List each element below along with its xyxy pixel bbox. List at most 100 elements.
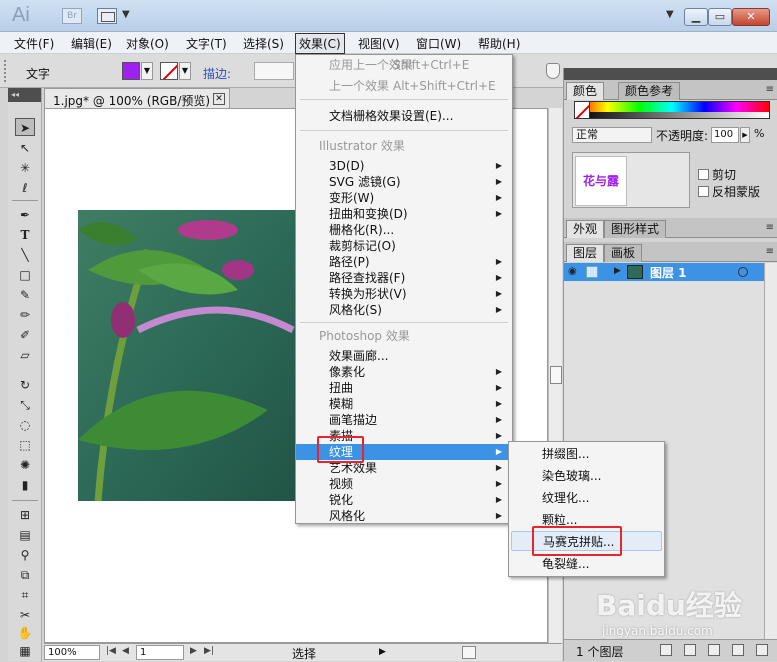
fill-color-swatch[interactable] [122, 62, 140, 80]
layers-scrollbar[interactable] [764, 263, 777, 639]
next-artboard-icon[interactable]: ▶ [190, 646, 197, 656]
new-sublayer-icon[interactable] [708, 644, 720, 656]
menu-item-svg-filters[interactable]: SVG 滤镜(G) ▶ [296, 174, 512, 190]
document-tab[interactable]: 1.jpg* @ 100% (RGB/预览) ✕ [44, 88, 230, 108]
rectangle-tool-icon[interactable]: □ [15, 266, 35, 284]
line-tool-icon[interactable]: ╲ [15, 246, 35, 264]
eyedropper-tool-icon[interactable]: ⚲ [15, 546, 35, 564]
menu-item-convert-to-shape[interactable]: 转换为形状(V) ▶ [296, 286, 512, 302]
menu-item-craquelure[interactable]: 龟裂缝... [509, 554, 664, 574]
lasso-tool-icon[interactable]: ℓ [15, 179, 35, 197]
warp-tool-icon[interactable]: ◌ [15, 416, 35, 434]
tab-color-guide[interactable]: 颜色参考 [618, 82, 681, 100]
rotate-tool-icon[interactable]: ↻ [15, 376, 35, 394]
direct-selection-tool-icon[interactable]: ↖ [15, 139, 35, 157]
fill-dropdown-icon[interactable]: ▼ [141, 62, 153, 80]
blend-mode-select[interactable]: 正常 [572, 127, 652, 143]
menu-select[interactable]: 选择(S) [243, 35, 284, 52]
horizontal-scroll-thumb[interactable] [462, 646, 476, 659]
hand-tool-icon[interactable]: ✋ [15, 624, 35, 642]
menu-item-blur[interactable]: 模糊 ▶ [296, 396, 512, 412]
target-icon[interactable] [738, 267, 748, 277]
lock-toggle[interactable] [586, 266, 598, 278]
type-tool-icon[interactable]: T [15, 226, 35, 244]
stroke-dropdown-icon[interactable]: ▼ [179, 62, 191, 80]
eye-icon[interactable]: ◉ [568, 266, 577, 277]
tab-color[interactable]: 颜色 [566, 82, 605, 100]
column-graph-tool-icon[interactable]: ▮ [15, 476, 35, 494]
tab-appearance[interactable]: 外观 [566, 220, 605, 238]
status-menu-icon[interactable]: ▶ [379, 647, 386, 657]
paintbrush-tool-icon[interactable]: ✎ [15, 286, 35, 304]
chevron-down-icon[interactable]: ▼ [122, 9, 130, 20]
stroke-weight-field[interactable] [254, 62, 294, 80]
menu-window[interactable]: 窗口(W) [416, 35, 461, 52]
checkbox-icon[interactable] [698, 169, 709, 180]
pen-tool-icon[interactable]: ✒ [15, 206, 35, 224]
workspace-dropdown-icon[interactable]: ▼ [666, 9, 674, 20]
slice-tool-icon[interactable]: ⌗ [15, 586, 35, 604]
menu-item-pathfinder[interactable]: 路径查找器(F) ▶ [296, 270, 512, 286]
restore-icon[interactable]: ▭ [708, 8, 732, 26]
bridge-button[interactable]: Br [62, 8, 82, 24]
menu-item-path[interactable]: 路径(P) ▶ [296, 254, 512, 270]
new-layer-icon[interactable] [732, 644, 744, 656]
checkbox-icon[interactable] [698, 186, 709, 197]
tab-layers[interactable]: 图层 [566, 244, 605, 262]
close-icon[interactable]: ✕ [213, 93, 225, 105]
menu-item-3d[interactable]: 3D(D) ▶ [296, 158, 512, 174]
menu-item-patchwork[interactable]: 拼缀图... [509, 444, 664, 464]
selection-tool-icon[interactable]: ➤ [15, 118, 35, 136]
eraser-tool-icon[interactable]: ▱ [15, 346, 35, 364]
artboard-number-field[interactable]: 1 [136, 645, 184, 660]
blend-tool-icon[interactable]: ⧉ [15, 566, 35, 584]
menu-effect[interactable]: 效果(C) [295, 33, 345, 54]
tab-graphic-styles[interactable]: 图形样式 [604, 220, 667, 238]
zoom-tool-icon[interactable]: ▦ [15, 642, 35, 660]
tab-artboards[interactable]: 画板 [604, 244, 643, 262]
menu-item-pixelate[interactable]: 像素化 ▶ [296, 364, 512, 380]
vertical-scroll-thumb[interactable] [550, 366, 562, 384]
opacity-slider-toggle[interactable]: ▶ [740, 127, 750, 143]
gradient-tool-icon[interactable]: ▤ [15, 526, 35, 544]
mesh-tool-icon[interactable]: ⊞ [15, 506, 35, 524]
color-spectrum[interactable] [574, 101, 770, 119]
stroke-color-swatch[interactable] [160, 62, 178, 80]
minimize-icon[interactable]: ▁ [684, 8, 708, 26]
layer-row[interactable]: ◉ ▶ 图层 1 [564, 263, 764, 281]
magic-wand-tool-icon[interactable]: ✳ [15, 159, 35, 177]
invert-mask-checkbox[interactable]: 反相蒙版 [698, 183, 760, 200]
menu-item-video[interactable]: 视频 ▶ [296, 476, 512, 492]
menu-item-sharpen[interactable]: 锐化 ▶ [296, 492, 512, 508]
menu-item-stylize-photoshop[interactable]: 风格化 ▶ [296, 508, 512, 524]
pencil-tool-icon[interactable]: ✏ [15, 306, 35, 324]
menu-item-rasterize[interactable]: 栅格化(R)... [296, 222, 512, 238]
symbol-sprayer-tool-icon[interactable]: ✺ [15, 456, 35, 474]
menu-item-warp[interactable]: 变形(W) ▶ [296, 190, 512, 206]
menu-item-stained-glass[interactable]: 染色玻璃... [509, 466, 664, 486]
menu-item-effect-gallery[interactable]: 效果画廊... [296, 348, 512, 364]
previous-artboard-icon[interactable]: ◀ [122, 646, 129, 656]
free-transform-tool-icon[interactable]: ⬚ [15, 436, 35, 454]
menu-object[interactable]: 对象(O) [126, 35, 169, 52]
scissors-tool-icon[interactable]: ✂ [15, 606, 35, 624]
panel-menu-icon[interactable]: ≡ [766, 84, 774, 95]
menu-type[interactable]: 文字(T) [186, 35, 227, 52]
menu-item-texturizer[interactable]: 纹理化... [509, 488, 664, 508]
panel-menu-icon[interactable]: ≡ [766, 246, 774, 257]
toolbox-header[interactable]: ◂◂ [8, 88, 41, 102]
scale-tool-icon[interactable]: ⤡ [15, 396, 35, 414]
trash-icon[interactable] [756, 644, 768, 656]
menu-view[interactable]: 视图(V) [358, 35, 400, 52]
menu-item-document-raster-settings[interactable]: 文档栅格效果设置(E)... [296, 108, 512, 124]
menu-edit[interactable]: 编辑(E) [71, 35, 112, 52]
menu-item-brush-strokes[interactable]: 画笔描边 ▶ [296, 412, 512, 428]
menu-help[interactable]: 帮助(H) [478, 35, 520, 52]
panel-menu-icon[interactable]: ≡ [766, 222, 774, 233]
placed-image[interactable] [78, 210, 296, 501]
clipping-mask-icon[interactable] [684, 644, 696, 656]
last-artboard-icon[interactable]: ▶| [204, 646, 214, 656]
arrange-documents-icon[interactable] [97, 8, 117, 24]
recolor-artwork-icon[interactable] [546, 63, 560, 79]
menu-item-stylize-illustrator[interactable]: 风格化(S) ▶ [296, 302, 512, 318]
